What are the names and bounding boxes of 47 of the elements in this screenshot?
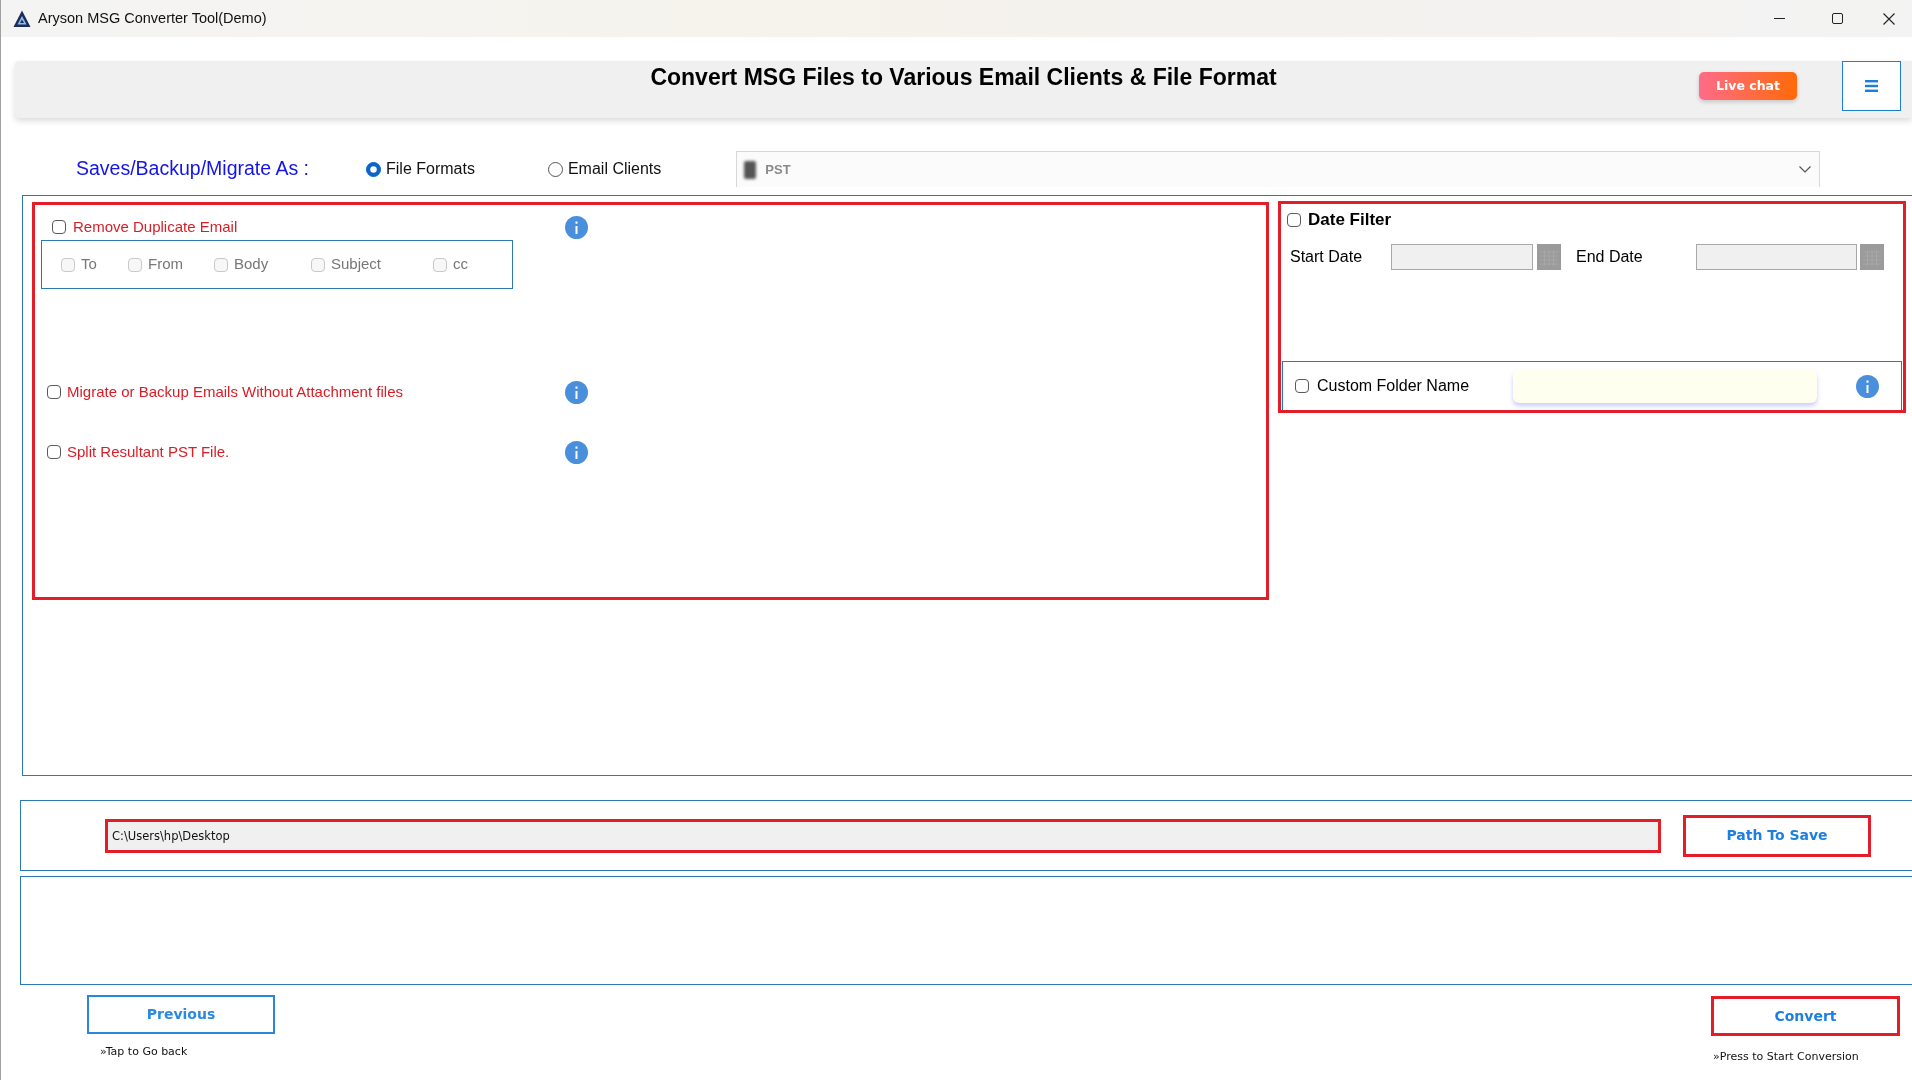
live-chat-button[interactable]: Live chat (1699, 72, 1797, 100)
info-icon[interactable] (1856, 374, 1879, 398)
page-heading: Convert MSG Files to Various Email Clients & File Format (650, 63, 1277, 92)
close-icon (1883, 12, 1895, 25)
chevron-down-icon (1799, 166, 1812, 173)
menu-button[interactable] (1842, 61, 1901, 111)
hint-text: »Tap to Go back (100, 1044, 189, 1060)
info-icon[interactable] (565, 380, 588, 404)
folder-name-field[interactable] (1513, 369, 1817, 403)
radio-label: Email Clients (567, 159, 662, 179)
checkbox-label: To (81, 254, 97, 275)
option-label: Migrate or Backup Emails Without Attachment files (67, 381, 403, 402)
checkbox-label: Body (234, 254, 269, 275)
path-to-save-button[interactable]: Path To Save (1683, 814, 1871, 857)
checkbox-label: From (148, 254, 183, 275)
info-icon[interactable] (565, 215, 588, 239)
date-label: End Date (1576, 247, 1644, 267)
radio-button[interactable] (366, 161, 382, 177)
checkbox[interactable] (1287, 213, 1301, 227)
app-logo-icon (13, 9, 31, 28)
checkbox[interactable] (47, 445, 61, 459)
calendar-icon[interactable] (1860, 244, 1884, 270)
window-title: Aryson MSG Converter Tool(Demo) (38, 8, 267, 28)
checkbox-label: Subject (331, 254, 382, 275)
date-filter-label: Date Filter (1308, 209, 1392, 232)
save-as-label: Saves/Backup/Migrate As : (76, 156, 310, 182)
radio-button[interactable] (547, 161, 563, 177)
checkbox[interactable] (52, 220, 66, 234)
hint-text: »Press to Start Conversion (1713, 1049, 1860, 1065)
maximize-icon (1831, 13, 1843, 24)
date-label: Start Date (1290, 247, 1364, 267)
blurred-format-icon (743, 159, 758, 180)
previous-button[interactable]: Previous (87, 995, 275, 1034)
minimize-icon (1773, 18, 1785, 19)
option-label: Split Resultant PST File. (67, 441, 230, 462)
menu-icon (1865, 80, 1878, 92)
custom-folder-label: Custom Folder Name (1317, 376, 1470, 396)
checkbox[interactable] (47, 385, 61, 399)
checkbox[interactable] (1295, 379, 1309, 393)
convert-button[interactable]: Convert (1711, 996, 1900, 1036)
checkbox-label: cc (453, 254, 468, 275)
info-icon[interactable] (565, 440, 588, 464)
option-label: Remove Duplicate Email (73, 216, 238, 237)
format-dropdown[interactable]: PST (736, 151, 1821, 187)
calendar-icon[interactable] (1537, 244, 1561, 270)
path-field[interactable]: C:\Users\hp\Desktop (105, 818, 1661, 853)
radio-label: File Formats (386, 159, 475, 179)
